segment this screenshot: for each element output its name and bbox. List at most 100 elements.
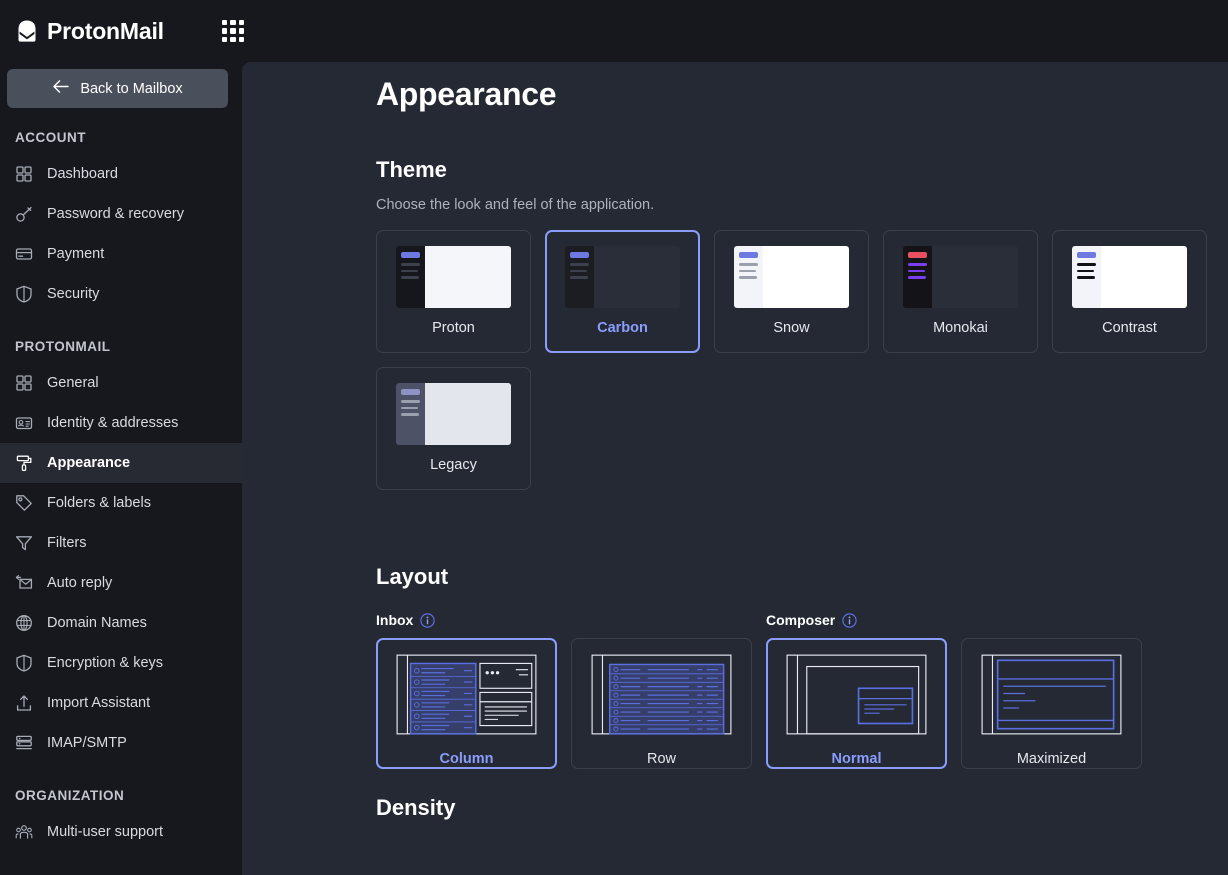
theme-card-carbon[interactable]: Carbon [545, 230, 700, 353]
inbox-label: Inbox [376, 612, 413, 628]
sidebar-item-label: Import Assistant [47, 695, 150, 711]
theme-preview [396, 246, 511, 308]
layout-preview-column-icon [394, 652, 539, 742]
theme-card-snow[interactable]: Snow [714, 230, 869, 353]
arrow-left-icon [52, 79, 69, 98]
theme-preview [396, 383, 511, 445]
sidebar-item-filters[interactable]: Filters [0, 523, 242, 563]
credit-card-icon [15, 245, 33, 263]
composer-label: Composer [766, 612, 835, 628]
proton-logo-icon [16, 19, 38, 43]
sidebar-item-label: IMAP/SMTP [47, 735, 127, 751]
theme-preview [903, 246, 1018, 308]
globe-icon [15, 614, 33, 632]
sidebar-item-label: Domain Names [47, 615, 147, 631]
theme-card-proton[interactable]: Proton [376, 230, 531, 353]
brand[interactable]: ProtonMail [16, 18, 164, 45]
sidebar-item-appearance[interactable]: Appearance [0, 443, 242, 483]
grid-icon [15, 165, 33, 183]
layout-label: Column [440, 751, 494, 767]
sidebar-item-security[interactable]: Security [0, 274, 242, 314]
layout-options: Column Row Normal Maximized [376, 638, 1228, 769]
theme-preview [734, 246, 849, 308]
sidebar-item-label: Identity & addresses [47, 415, 178, 431]
composer-layout-group: Normal Maximized [766, 638, 1142, 769]
sidebar-item-label: Folders & labels [47, 495, 151, 511]
sidebar-item-domain-names[interactable]: Domain Names [0, 603, 242, 643]
sidebar-item-imap-smtp[interactable]: IMAP/SMTP [0, 723, 242, 763]
inbox-label-group: Inbox [376, 612, 766, 628]
key-icon [15, 205, 33, 223]
sidebar-item-label: General [47, 375, 99, 391]
upload-box-icon [15, 694, 33, 712]
sidebar-item-password-recovery[interactable]: Password & recovery [0, 194, 242, 234]
main-content: Appearance Theme Choose the look and fee… [242, 62, 1228, 875]
layout-preview-maximized-icon [979, 652, 1124, 742]
sidebar-item-auto-reply[interactable]: Auto reply [0, 563, 242, 603]
layout-section-heading: Layout [376, 564, 1228, 590]
sidebar-item-general[interactable]: General [0, 363, 242, 403]
sidebar-item-label: Auto reply [47, 575, 112, 591]
theme-label: Monokai [933, 320, 988, 336]
layout-preview-normal-icon [784, 652, 929, 742]
theme-options: Proton Carbon Snow Monokai Contrast Legacy [376, 230, 1216, 490]
sidebar-item-label: Security [47, 286, 99, 302]
info-icon[interactable] [842, 613, 857, 628]
layout-card-row[interactable]: Row [571, 638, 752, 769]
sidebar-item-identity-addresses[interactable]: Identity & addresses [0, 403, 242, 443]
layout-card-maximized[interactable]: Maximized [961, 638, 1142, 769]
sidebar-item-payment[interactable]: Payment [0, 234, 242, 274]
info-icon[interactable] [420, 613, 435, 628]
server-icon [15, 734, 33, 752]
layout-label: Normal [832, 751, 882, 767]
tag-icon [15, 494, 33, 512]
layout-preview-row-icon [589, 652, 734, 742]
theme-card-contrast[interactable]: Contrast [1052, 230, 1207, 353]
layout-card-column[interactable]: Column [376, 638, 557, 769]
grid-icon [15, 374, 33, 392]
sidebar-item-label: Encryption & keys [47, 655, 163, 671]
theme-preview [1072, 246, 1187, 308]
sidebar-item-label: Appearance [47, 455, 130, 471]
sidebar-item-label: Password & recovery [47, 206, 184, 222]
id-card-icon [15, 414, 33, 432]
theme-card-legacy[interactable]: Legacy [376, 367, 531, 490]
theme-label: Contrast [1102, 320, 1157, 336]
shield-icon [15, 654, 33, 672]
theme-section-description: Choose the look and feel of the applicat… [376, 197, 1228, 213]
app-grid-icon[interactable] [220, 18, 246, 44]
users-icon [15, 823, 33, 841]
theme-preview [565, 246, 680, 308]
sidebar-item-encryption-keys[interactable]: Encryption & keys [0, 643, 242, 683]
top-bar: ProtonMail [0, 0, 1228, 62]
sidebar-item-label: Multi-user support [47, 824, 163, 840]
sidebar-item-multi-user-support[interactable]: Multi-user support [0, 812, 242, 852]
theme-card-monokai[interactable]: Monokai [883, 230, 1038, 353]
brand-name: ProtonMail [47, 18, 164, 45]
sidebar: Back to Mailbox ACCOUNT Dashboard Password… [0, 62, 242, 875]
page-title: Appearance [376, 76, 1228, 113]
next-section-heading: Density [376, 795, 1228, 821]
layout-card-normal[interactable]: Normal [766, 638, 947, 769]
layout-label: Maximized [1017, 751, 1086, 767]
composer-label-group: Composer [766, 612, 857, 628]
inbox-layout-group: Column Row [376, 638, 752, 769]
sidebar-item-label: Dashboard [47, 166, 118, 182]
sidebar-section-title: ACCOUNT [0, 130, 242, 145]
layout-label: Row [647, 751, 676, 767]
theme-label: Legacy [430, 457, 477, 473]
theme-label: Snow [773, 320, 809, 336]
paint-roller-icon [15, 454, 33, 472]
sidebar-item-folders-labels[interactable]: Folders & labels [0, 483, 242, 523]
theme-section-heading: Theme [376, 157, 1228, 183]
shield-icon [15, 285, 33, 303]
sidebar-item-label: Filters [47, 535, 86, 551]
sidebar-item-import-assistant[interactable]: Import Assistant [0, 683, 242, 723]
sidebar-section-title: PROTONMAIL [0, 339, 242, 354]
funnel-icon [15, 534, 33, 552]
back-to-mailbox-label: Back to Mailbox [80, 81, 182, 97]
theme-label: Proton [432, 320, 475, 336]
back-to-mailbox-button[interactable]: Back to Mailbox [7, 69, 228, 108]
sidebar-item-dashboard[interactable]: Dashboard [0, 154, 242, 194]
sidebar-section-title: ORGANIZATION [0, 788, 242, 803]
